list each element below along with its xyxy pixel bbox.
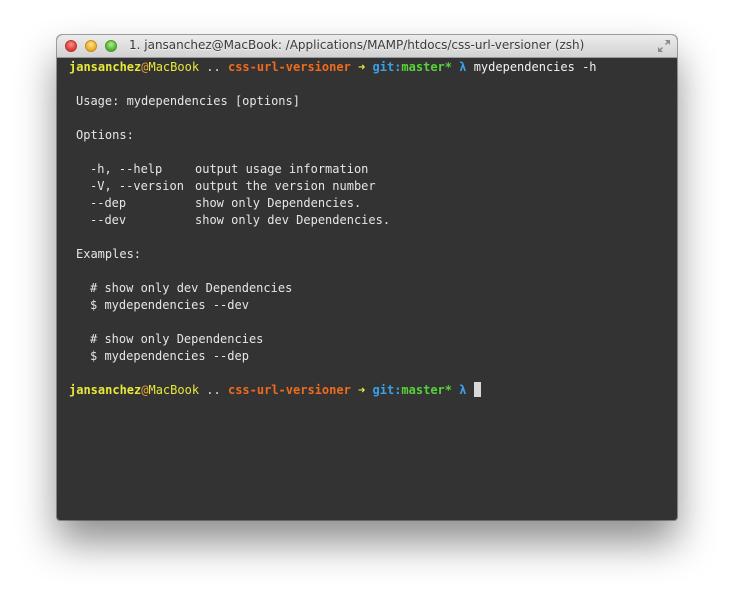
- example-comment: # show only Dependencies: [90, 332, 264, 346]
- terminal-window: 1. jansanchez@MacBook: /Applications/MAM…: [57, 35, 677, 520]
- prompt-user: jansanchez: [69, 60, 142, 74]
- option-row: --dev show only dev Dependencies.: [69, 212, 669, 229]
- lambda-icon: λ: [459, 60, 467, 74]
- close-button[interactable]: [65, 40, 77, 52]
- command-text: mydependencies -h: [473, 60, 597, 74]
- lambda-icon: λ: [459, 383, 467, 397]
- option-flag: -h, --help: [90, 162, 163, 176]
- prompt-separator: ..: [206, 60, 221, 74]
- title-bar[interactable]: 1. jansanchez@MacBook: /Applications/MAM…: [57, 35, 677, 58]
- window-title: 1. jansanchez@MacBook: /Applications/MAM…: [129, 38, 585, 52]
- option-description: show only Dependencies.: [195, 196, 362, 210]
- example-command: $ mydependencies --dep: [90, 349, 249, 363]
- options-heading: Options:: [76, 128, 134, 142]
- option-description: output usage information: [195, 162, 369, 176]
- prompt-user: jansanchez: [69, 383, 142, 397]
- option-row: --dep show only Dependencies.: [69, 195, 669, 212]
- prompt-git-label: git:: [372, 60, 402, 74]
- option-flag: --dev: [90, 213, 127, 227]
- examples-heading: Examples:: [76, 247, 142, 261]
- prompt-separator: ..: [206, 383, 221, 397]
- option-row: -h, --help output usage information: [69, 161, 669, 178]
- option-row: -V, --version output the version number: [69, 178, 669, 195]
- prompt-host: MacBook: [148, 383, 200, 397]
- text-cursor[interactable]: [473, 382, 481, 397]
- fullscreen-icon[interactable]: [657, 39, 671, 53]
- prompt-line: jansanchez@MacBook .. css-url-versioner …: [69, 59, 669, 76]
- prompt-line[interactable]: jansanchez@MacBook .. css-url-versioner …: [69, 382, 669, 399]
- arrow-icon: ➜: [358, 60, 366, 74]
- usage-line: Usage: mydependencies [options]: [76, 94, 300, 108]
- prompt-directory: css-url-versioner: [227, 60, 351, 74]
- prompt-branch: master*: [401, 383, 452, 397]
- prompt-host: MacBook: [148, 60, 200, 74]
- example-command: $ mydependencies --dev: [90, 298, 249, 312]
- option-flag: -V, --version: [90, 179, 184, 193]
- option-flag: --dep: [90, 196, 127, 210]
- minimize-button[interactable]: [85, 40, 97, 52]
- prompt-branch: master*: [401, 60, 452, 74]
- option-description: output the version number: [195, 179, 376, 193]
- arrow-icon: ➜: [358, 383, 366, 397]
- example-comment: # show only dev Dependencies: [90, 281, 293, 295]
- terminal-output[interactable]: jansanchez@MacBook .. css-url-versioner …: [69, 59, 669, 520]
- zoom-button[interactable]: [105, 40, 117, 52]
- option-description: show only dev Dependencies.: [195, 213, 391, 227]
- prompt-directory: css-url-versioner: [227, 383, 351, 397]
- prompt-git-label: git:: [372, 383, 402, 397]
